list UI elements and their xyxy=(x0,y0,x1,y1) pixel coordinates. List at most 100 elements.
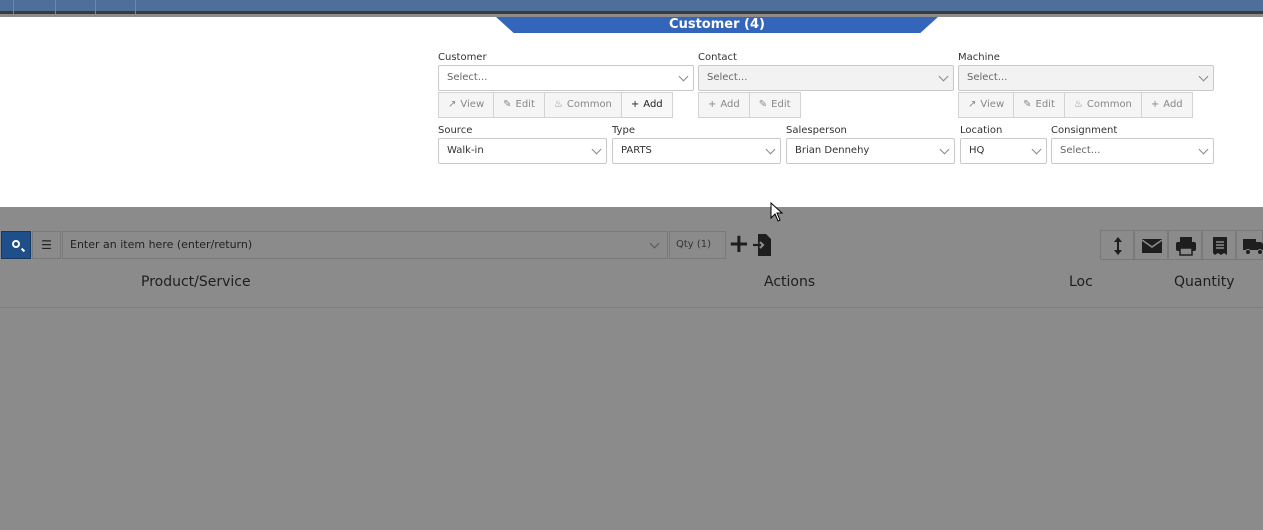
customer-common-button[interactable]: ♨ Common xyxy=(543,92,622,118)
plus-icon: + xyxy=(708,99,717,110)
shipping-button[interactable] xyxy=(1236,230,1263,260)
top-nav-segment[interactable] xyxy=(0,0,14,14)
add-item-button[interactable]: + xyxy=(728,231,750,257)
column-actions[interactable]: Actions xyxy=(764,274,815,290)
contact-add-button[interactable]: + Add xyxy=(698,92,750,118)
machine-label: Machine xyxy=(958,52,1000,63)
external-link-icon: ↗ xyxy=(448,99,457,110)
fire-icon: ♨ xyxy=(553,99,563,110)
top-nav-segment[interactable] xyxy=(96,0,136,14)
customer-label: Customer xyxy=(438,52,487,63)
customer-select[interactable]: Select... xyxy=(438,65,694,91)
customer-add-label: Add xyxy=(643,99,663,110)
customer-add-button[interactable]: + Add xyxy=(620,92,673,118)
chevron-down-icon xyxy=(591,144,602,155)
chevron-down-icon xyxy=(939,144,950,155)
truck-icon xyxy=(1243,239,1263,255)
chevron-down-icon xyxy=(1198,144,1209,155)
consignment-placeholder: Select... xyxy=(1060,145,1101,156)
customer-common-label: Common xyxy=(566,99,612,110)
customer-view-label: View xyxy=(460,99,485,110)
fire-icon: ♨ xyxy=(1073,99,1083,110)
top-nav-segment[interactable] xyxy=(56,0,96,14)
print-icon xyxy=(1176,237,1196,256)
pencil-icon: ✎ xyxy=(1023,99,1032,110)
consignment-select[interactable]: Select... xyxy=(1051,138,1214,164)
item-input-placeholder: Enter an item here (enter/return) xyxy=(70,238,253,251)
machine-view-button[interactable]: ↗ View xyxy=(958,92,1015,118)
pencil-icon: ✎ xyxy=(758,99,768,110)
location-value: HQ xyxy=(969,145,985,156)
items-table-header: Product/Service Actions Loc Quantity xyxy=(0,268,1263,308)
print-button[interactable] xyxy=(1168,230,1202,260)
machine-actions: ↗ View ✎ Edit ♨ Common + Add xyxy=(958,92,1193,118)
barcode-scan-button[interactable]: ☰ xyxy=(32,231,61,259)
top-nav-bar xyxy=(0,0,1263,14)
receipt-icon xyxy=(1213,237,1227,255)
machine-view-label: View xyxy=(980,99,1005,110)
customer-view-button[interactable]: ↗ View xyxy=(438,92,495,118)
contact-edit-label: Edit xyxy=(771,99,791,110)
type-label: Type xyxy=(612,125,635,136)
machine-select[interactable]: Select... xyxy=(958,65,1214,91)
envelope-icon xyxy=(1141,239,1163,253)
location-label: Location xyxy=(960,125,1003,136)
pencil-icon: ✎ xyxy=(503,99,512,110)
customer-panel: Customer (4) Customer Select... ↗ View ✎ E… xyxy=(0,17,1263,207)
plus-icon: + xyxy=(1150,99,1160,110)
machine-add-button[interactable]: + Add xyxy=(1140,92,1193,118)
column-product-service[interactable]: Product/Service xyxy=(141,274,251,290)
contact-label: Contact xyxy=(698,52,737,63)
chevron-down-icon xyxy=(649,238,660,249)
resize-vertical-icon xyxy=(1114,237,1122,255)
salesperson-select[interactable]: Brian Dennehy xyxy=(786,138,955,164)
source-value: Walk-in xyxy=(447,145,484,156)
machine-edit-label: Edit xyxy=(1035,99,1055,110)
item-input[interactable]: Enter an item here (enter/return) xyxy=(62,231,668,259)
search-icon xyxy=(12,240,20,248)
salesperson-value: Brian Dennehy xyxy=(795,145,870,156)
chevron-down-icon xyxy=(765,144,776,155)
consignment-label: Consignment xyxy=(1051,125,1118,136)
contact-add-label: Add xyxy=(720,99,740,110)
contact-actions: + Add ✎ Edit xyxy=(698,92,801,118)
source-label: Source xyxy=(438,125,473,136)
machine-common-label: Common xyxy=(1086,99,1132,110)
receipt-button[interactable] xyxy=(1202,230,1236,260)
plus-icon: + xyxy=(728,229,750,259)
chevron-down-icon xyxy=(678,71,689,82)
chevron-down-icon xyxy=(1198,71,1209,82)
column-quantity[interactable]: Quantity xyxy=(1174,274,1235,290)
item-search-button[interactable] xyxy=(1,231,31,259)
location-select[interactable]: HQ xyxy=(960,138,1047,164)
top-nav-segment[interactable] xyxy=(14,0,56,14)
column-loc[interactable]: Loc xyxy=(1069,274,1093,290)
salesperson-label: Salesperson xyxy=(786,125,847,136)
machine-add-label: Add xyxy=(1163,99,1183,110)
type-select[interactable]: PARTS xyxy=(612,138,781,164)
customer-select-placeholder: Select... xyxy=(447,72,488,83)
quantity-placeholder: Qty (1) xyxy=(676,239,712,250)
chevron-down-icon xyxy=(1031,144,1042,155)
contact-edit-button[interactable]: ✎ Edit xyxy=(748,92,801,118)
quantity-input[interactable]: Qty (1) xyxy=(669,231,726,259)
machine-edit-button[interactable]: ✎ Edit xyxy=(1013,92,1065,118)
type-value: PARTS xyxy=(621,145,652,156)
plus-icon: + xyxy=(630,99,640,110)
contact-select-placeholder: Select... xyxy=(707,72,748,83)
mouse-cursor-icon xyxy=(770,202,784,222)
barcode-icon: ☰ xyxy=(41,238,52,252)
source-select[interactable]: Walk-in xyxy=(438,138,607,164)
email-button[interactable] xyxy=(1134,230,1168,260)
external-link-icon: ↗ xyxy=(968,99,977,110)
machine-select-placeholder: Select... xyxy=(967,72,1008,83)
chevron-down-icon xyxy=(938,71,949,82)
customer-actions: ↗ View ✎ Edit ♨ Common + Add xyxy=(438,92,673,118)
contact-select[interactable]: Select... xyxy=(698,65,954,91)
file-import-icon[interactable] xyxy=(752,233,772,257)
machine-common-button[interactable]: ♨ Common xyxy=(1063,92,1142,118)
customer-edit-button[interactable]: ✎ Edit xyxy=(493,92,545,118)
expand-rows-button[interactable] xyxy=(1100,230,1134,260)
customer-panel-tab[interactable]: Customer (4) xyxy=(496,17,938,33)
customer-edit-label: Edit xyxy=(515,99,535,110)
